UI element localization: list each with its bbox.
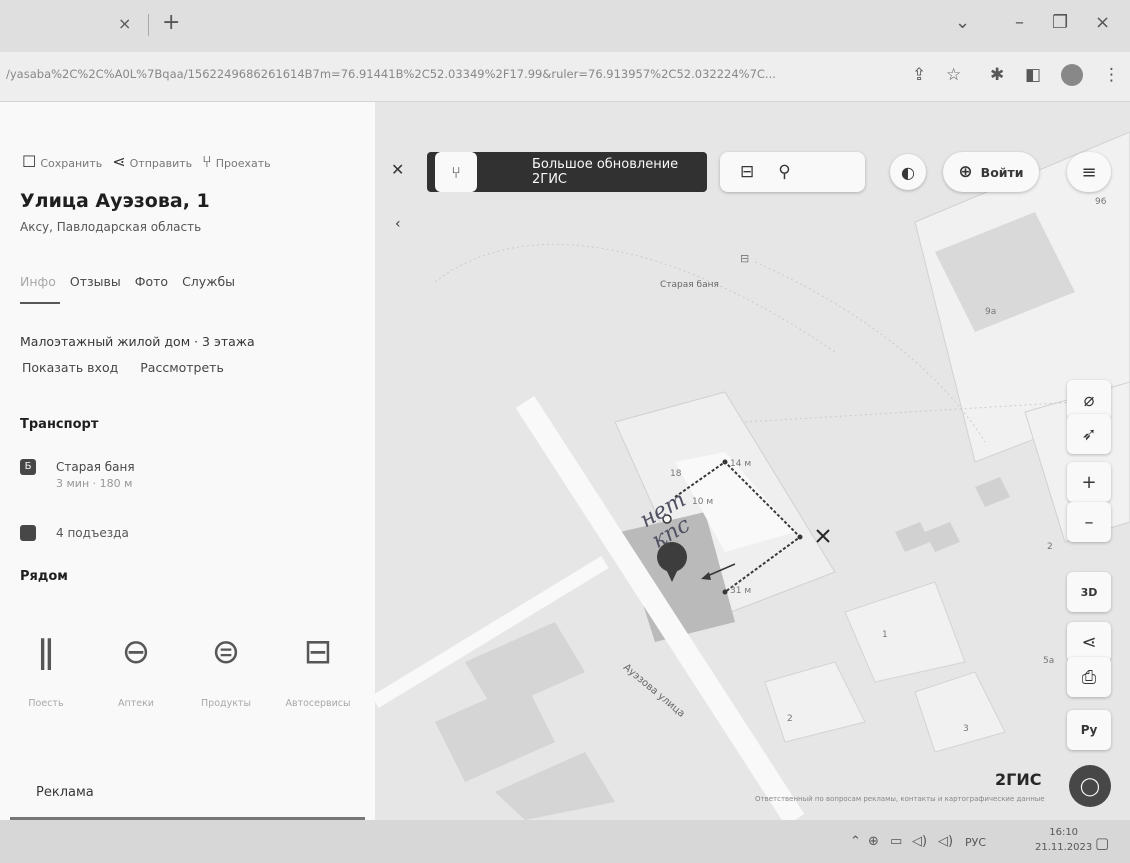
bookmark-icon: ☐ [22,152,37,171]
route-icon[interactable]: ⑂ [435,152,477,192]
new-tab-button[interactable]: + [162,10,180,35]
entrance-icon [20,525,36,541]
menu-icon[interactable]: ⋮ [1103,65,1120,85]
tab-info[interactable]: Инфо [20,274,56,289]
profile-icon[interactable] [1061,64,1083,86]
building-description: Малоэтажный жилой дом · 3 этажа [20,334,255,349]
building-number: 1 [882,630,888,640]
extensions-icon[interactable]: ✱ [990,65,1004,85]
sidebar-icon[interactable]: ◧ [1025,65,1041,85]
route-icon: ⑂ [202,152,212,171]
tray-chevron-icon[interactable]: ⌃ [850,834,861,849]
tab-search-icon[interactable]: ⌄ [955,12,970,33]
transport-heading: Транспорт [20,417,99,432]
star-icon[interactable]: ☆ [946,65,961,85]
active-tab-indicator [20,302,60,304]
copyright-text[interactable]: Ответственный по вопросам рекламы, конта… [755,795,1045,803]
ruler-label: 18 [670,469,682,479]
chat-icon[interactable]: ◯ [1069,765,1111,807]
building-number: 5a [1043,656,1055,666]
action-row: ☐ Сохранить ⋖ Отправить ⑂ Проехать [22,152,271,171]
place-tabs: Инфо Отзывы Фото Службы [20,274,235,289]
menu-button[interactable]: ≡ [1067,152,1111,192]
tab-separator [148,14,149,36]
building-number: 2 [787,714,793,724]
share-icon: ⋖ [112,152,126,171]
map-graphics [375,102,1130,820]
notification-icon[interactable]: ▢ [1095,834,1109,852]
login-icon: ⊕ [958,162,973,182]
building-number: 3 [963,724,969,734]
restore-button[interactable]: ❐ [1052,12,1068,33]
ruler-label: 10 м [692,497,714,507]
building-number: 96 [1095,197,1107,207]
transit-buttons: ⊟ ⚲ [720,152,865,192]
poi-label[interactable]: Старая баня [660,280,719,290]
zoom-in-button[interactable]: + [1067,462,1111,502]
print-icon[interactable]: ⎙ [1067,657,1111,697]
entrances-count: 4 подъезда [56,526,129,540]
3d-toggle[interactable]: 3D [1067,572,1111,612]
stop-name[interactable]: Старая баня [56,460,135,474]
monitor-icon[interactable]: ▭ [890,834,902,849]
ruler-label: 14 м [730,459,752,469]
car-service-icon: ⊟ [303,632,333,672]
nearby-car-service[interactable]: ⊟ Автосервисы [282,632,354,709]
volume-icon[interactable]: ◁) [912,834,927,849]
login-button[interactable]: ⊕ Войти [943,152,1039,192]
brand-logo: 2ГИС [995,770,1042,789]
zoom-out-button[interactable]: – [1067,502,1111,542]
share-icon[interactable]: ⇪ [912,65,926,85]
clock[interactable]: 16:10 21.11.2023 [1035,825,1092,855]
minimize-button[interactable]: – [1015,12,1024,33]
place-title: Улица Ауэзова, 1 [20,190,210,212]
poi-icon[interactable]: ⊟ [740,252,749,265]
ad-label: Реклама [36,785,94,800]
url-field[interactable]: /yasaba%2C%2C%A0L%7Bqaa/1562249686261614… [6,67,901,81]
tab-close-button[interactable]: × [118,14,131,33]
pharmacy-icon: ⊖ [121,632,151,672]
building-number: 2 [1047,542,1053,552]
collapse-panel-button[interactable]: ‹ [395,216,401,232]
network-icon[interactable]: ⊕ [868,834,879,849]
tram-icon[interactable]: ⚲ [778,162,790,182]
language-button[interactable]: Ру [1067,710,1111,750]
share-icon[interactable]: ⋖ [1067,622,1111,662]
building-number: 9a [985,307,997,317]
groceries-icon: ⊜ [211,632,241,672]
ruler-label: 31 м [730,586,752,596]
building-links: Показать вход Рассмотреть [22,360,224,375]
show-entrance-link[interactable]: Показать вход [22,360,118,375]
map-canvas[interactable]: Старая баня ⊟ Ауэзова улица нет кпс 18 14… [375,102,1130,820]
stop-distance: 3 мин · 180 м [56,477,133,490]
nearby-heading: Рядом [20,569,68,584]
speaker-icon[interactable]: ◁) [938,834,953,849]
language-indicator[interactable]: РУС [965,836,986,849]
send-button[interactable]: ⋖ Отправить [112,152,192,171]
bus-icon[interactable]: ⊟ [740,162,754,182]
tab-photos[interactable]: Фото [135,274,168,289]
nearby-groceries[interactable]: ⊜ Продукты [190,632,262,709]
address-bar: /yasaba%2C%2C%A0L%7Bqaa/1562249686261614… [0,52,1130,102]
route-button[interactable]: ⑂ Проехать [202,152,271,171]
restaurant-icon: ǁ [37,632,55,672]
nearby-pharmacy[interactable]: ⊖ Аптеки [100,632,172,709]
bus-stop-icon: Б [20,459,36,475]
close-window-button[interactable]: × [1095,12,1110,33]
save-button[interactable]: ☐ Сохранить [22,152,102,171]
close-panel-button[interactable]: ✕ [391,160,404,179]
locate-icon[interactable]: ➶ [1067,414,1111,454]
os-taskbar: ⌃ ⊕ ▭ ◁) ◁) РУС 16:10 21.11.2023 ▢ [0,820,1130,863]
place-subtitle: Аксу, Павлодарская область [20,220,202,234]
nearby-food[interactable]: ǁ Поесть [10,632,82,709]
place-sidebar: ☐ Сохранить ⋖ Отправить ⑂ Проехать Улица Ау… [0,102,375,821]
layers-icon[interactable]: ◐ [890,154,926,190]
tab-services[interactable]: Службы [182,274,235,289]
browser-tab-bar: × + ⌄ – ❐ × [0,0,1130,52]
view-link[interactable]: Рассмотреть [140,360,224,375]
tab-reviews[interactable]: Отзывы [70,274,121,289]
